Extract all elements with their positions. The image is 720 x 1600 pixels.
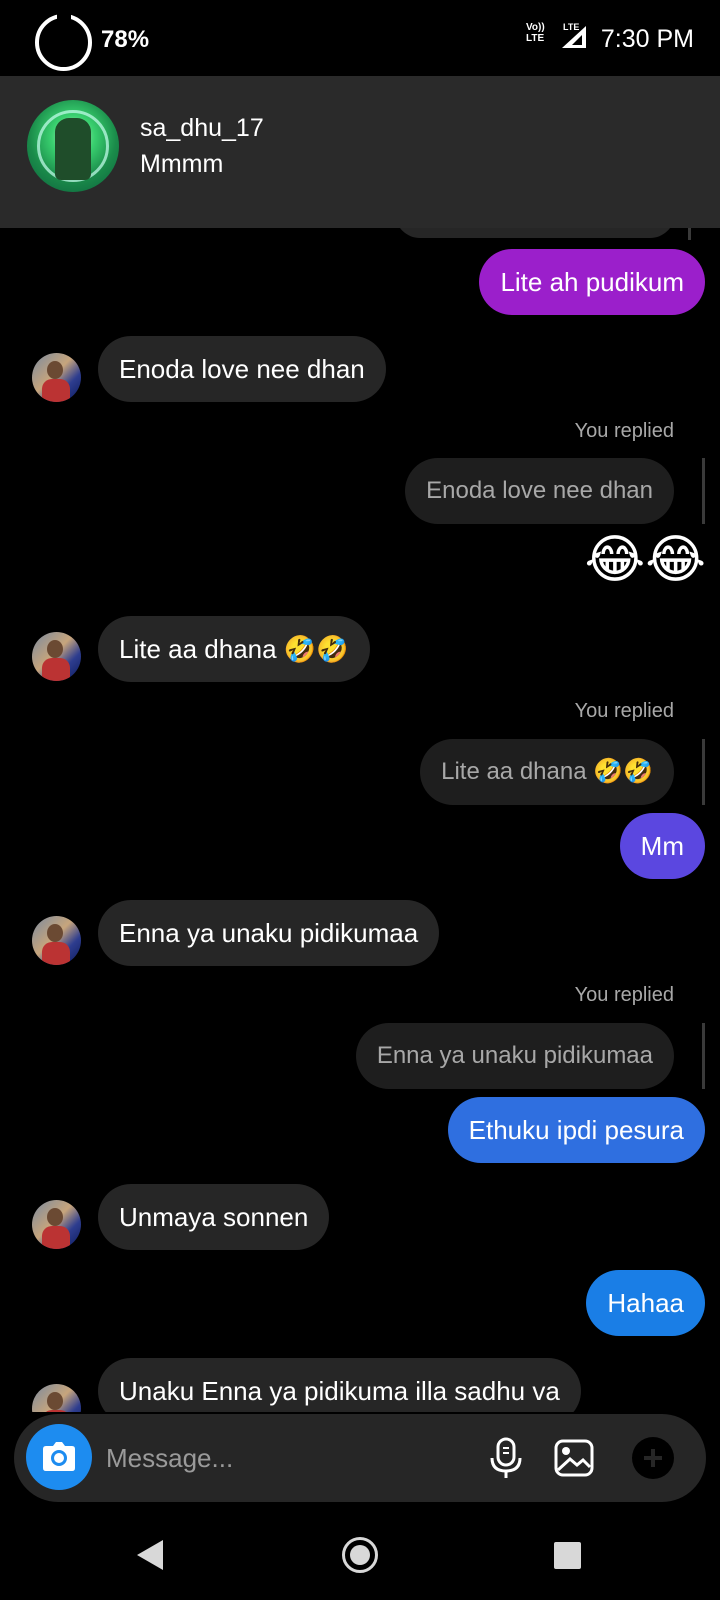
volte-bottom-label: LTE	[526, 33, 545, 44]
received-message-text: Lite aa dhana 🤣🤣	[119, 634, 349, 664]
message-notification[interactable]: sa_dhu_17 Mmmm	[0, 76, 720, 228]
you-replied-label: You replied	[574, 420, 674, 442]
received-message[interactable]: Unmaya sonnen	[98, 1184, 330, 1250]
more-options-button[interactable]	[632, 1437, 674, 1479]
you-replied-label: You replied	[574, 700, 674, 722]
you-replied-label: You replied	[574, 984, 674, 1006]
home-icon[interactable]	[342, 1537, 378, 1573]
contact-avatar[interactable]	[32, 1384, 81, 1412]
sent-message[interactable]: Hahaa	[586, 1270, 705, 1336]
sent-emoji[interactable]: 😂😂	[584, 530, 706, 590]
contact-avatar[interactable]	[32, 1200, 81, 1249]
clock: 7:30 PM	[600, 25, 694, 53]
lte-label: LTE	[563, 22, 580, 32]
reply-bar	[702, 458, 705, 524]
battery-icon	[35, 13, 92, 71]
camera-button[interactable]	[26, 1424, 92, 1490]
contact-avatar[interactable]	[32, 916, 81, 965]
back-icon[interactable]	[137, 1540, 163, 1570]
microphone-icon[interactable]	[484, 1436, 528, 1480]
sent-message[interactable]: Ethuku ipdi pesura	[447, 1097, 705, 1163]
volte-indicator: Vo)) LTE	[526, 22, 545, 44]
sender-name: sa_dhu_17	[140, 114, 264, 142]
message-input[interactable]	[106, 1436, 466, 1480]
reply-bar	[688, 228, 691, 240]
received-message[interactable]: Enoda love nee dhan	[98, 336, 386, 402]
received-message[interactable]: Enna ya unaku pidikumaa	[98, 900, 440, 966]
status-bar: 78% Vo)) LTE LTE 7:30 PM	[0, 0, 720, 76]
quoted-message[interactable]: Enoda love nee dhan	[405, 458, 674, 524]
volte-top-label: Vo))	[526, 22, 545, 33]
sender-avatar	[27, 100, 119, 192]
camera-icon	[43, 1442, 75, 1471]
received-message[interactable]: Unaku Enna ya pidikuma illa sadhu va	[98, 1358, 581, 1412]
system-nav-bar	[0, 1502, 720, 1600]
quoted-message[interactable]: Enna ya unaku pidikumaa	[355, 1023, 674, 1089]
quoted-message[interactable]: Lite aa dhana 🤣🤣	[420, 739, 674, 805]
recent-apps-icon[interactable]	[554, 1542, 581, 1569]
message-composer	[14, 1414, 706, 1502]
reply-bar	[702, 1023, 705, 1089]
partial-message-bubble	[395, 228, 675, 238]
contact-avatar[interactable]	[32, 632, 81, 681]
received-message[interactable]: Lite aa dhana 🤣🤣	[98, 616, 370, 682]
sent-message[interactable]: Lite ah pudikum	[479, 249, 705, 315]
sent-message[interactable]: Mm	[619, 813, 705, 879]
battery-percent: 78%	[101, 26, 150, 53]
chat-thread[interactable]: Lite ah pudikum Enoda love nee dhan You …	[0, 228, 720, 1412]
contact-avatar[interactable]	[32, 353, 81, 402]
reply-bar	[702, 739, 705, 805]
gallery-icon[interactable]	[552, 1436, 596, 1480]
notification-preview: Mmmm	[140, 150, 224, 178]
